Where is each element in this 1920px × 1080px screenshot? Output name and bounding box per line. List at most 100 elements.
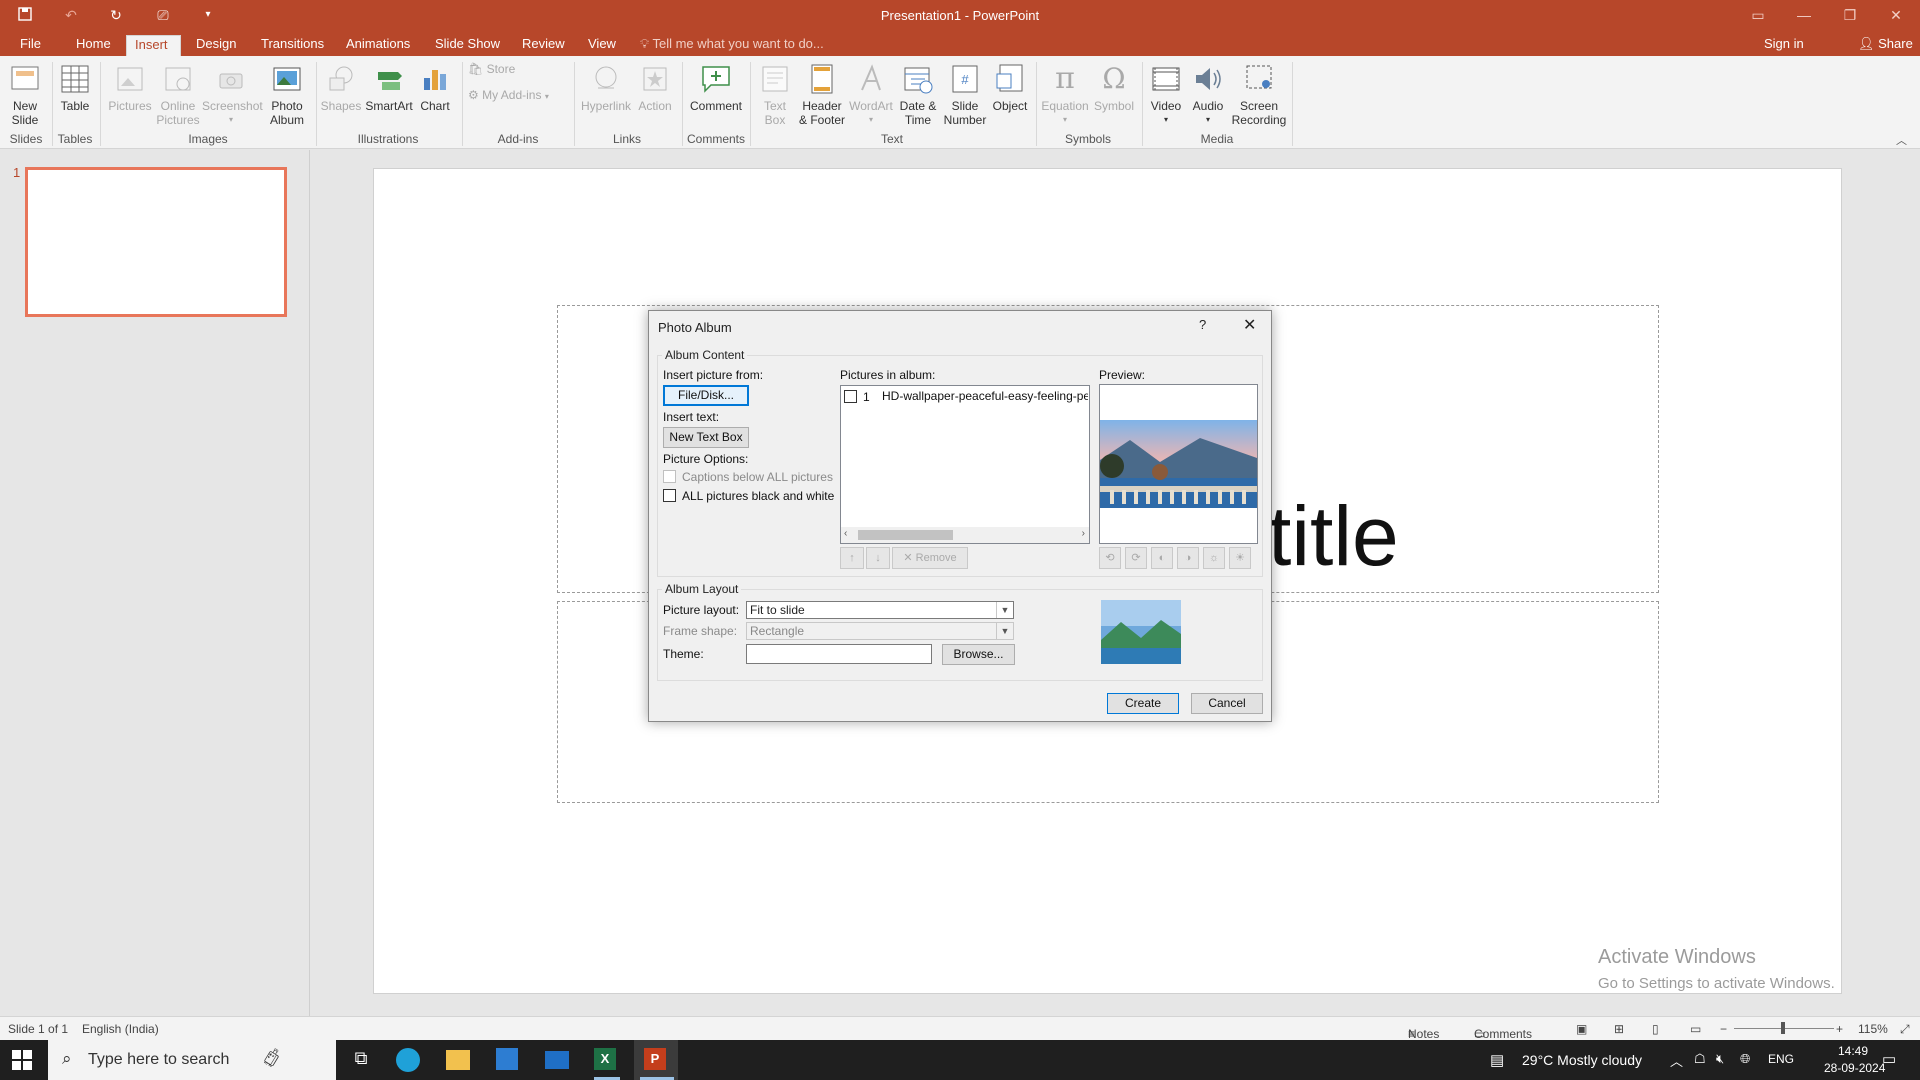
table-button[interactable]: Table: [56, 62, 94, 113]
cancel-button[interactable]: Cancel: [1191, 693, 1263, 714]
volume-icon[interactable]: 🔇︎: [1716, 1051, 1724, 1067]
help-icon[interactable]: ?: [1199, 317, 1206, 332]
weather-text[interactable]: 29°C Mostly cloudy: [1522, 1052, 1642, 1068]
comment-button[interactable]: Comment: [688, 62, 744, 113]
move-up-icon[interactable]: ↑: [840, 547, 864, 569]
video-button[interactable]: Video ▾: [1148, 62, 1184, 127]
weather-icon[interactable]: ▤: [1490, 1051, 1504, 1069]
pictures-button[interactable]: Pictures: [106, 62, 154, 113]
tell-me-box[interactable]: 💡︎ Tell me what you want to do...: [640, 36, 824, 52]
rotate-left-icon[interactable]: ⟲: [1099, 547, 1121, 569]
tab-transitions[interactable]: Transitions: [253, 35, 332, 56]
edge-icon[interactable]: [396, 1048, 420, 1072]
windows-start-icon[interactable]: [12, 1050, 38, 1074]
text-box-button[interactable]: Text Box: [754, 62, 796, 127]
excel-icon[interactable]: X: [594, 1048, 616, 1070]
tab-file[interactable]: File: [12, 35, 49, 56]
clock-date[interactable]: 28-09-2024: [1824, 1061, 1885, 1075]
new-text-box-button[interactable]: New Text Box: [663, 427, 749, 448]
file-disk-button[interactable]: File/Disk...: [663, 385, 749, 406]
move-down-icon[interactable]: ↓: [866, 547, 890, 569]
powerpoint-icon[interactable]: P: [644, 1048, 666, 1070]
album-item-checkbox[interactable]: [844, 390, 857, 403]
date-time-button[interactable]: Date & Time: [896, 62, 940, 127]
brightness-down-icon[interactable]: ☀: [1229, 547, 1251, 569]
new-slide-button[interactable]: New Slide: [6, 62, 44, 127]
symbol-button[interactable]: Ω Symbol: [1092, 62, 1136, 113]
browse-button[interactable]: Browse...: [942, 644, 1015, 665]
shapes-button[interactable]: Shapes: [320, 62, 362, 113]
close-icon[interactable]: ✕: [1243, 315, 1256, 335]
chart-button[interactable]: Chart: [418, 62, 452, 113]
online-pictures-button[interactable]: Online Pictures: [154, 62, 202, 127]
action-button[interactable]: Action: [636, 62, 674, 113]
brightness-up-icon[interactable]: ☼: [1203, 547, 1225, 569]
scrollbar-thumb[interactable]: [858, 530, 953, 540]
object-button[interactable]: Object: [990, 62, 1030, 113]
globe-icon[interactable]: 🌐︎: [1740, 1051, 1750, 1067]
zoom-slider-thumb[interactable]: [1781, 1022, 1785, 1034]
language-indicator[interactable]: English (India): [82, 1022, 159, 1036]
input-language[interactable]: ENG: [1768, 1052, 1794, 1066]
tab-home[interactable]: Home: [68, 35, 119, 56]
wordart-button[interactable]: WordArt ▾: [848, 62, 894, 127]
slide-number-button[interactable]: # Slide Number: [940, 62, 990, 127]
mail-icon[interactable]: [545, 1051, 569, 1069]
chevron-up-icon[interactable]: ︿: [1670, 1051, 1683, 1070]
tab-insert[interactable]: Insert: [126, 35, 181, 56]
screen-recording-button[interactable]: Screen Recording: [1230, 62, 1288, 127]
screenshot-button[interactable]: Screenshot ▾: [202, 62, 263, 127]
equation-button[interactable]: π Equation ▾: [1038, 62, 1092, 127]
tab-review[interactable]: Review: [514, 35, 573, 56]
horizontal-scrollbar[interactable]: ‹ ›: [841, 527, 1089, 543]
zoom-level[interactable]: 115%: [1858, 1022, 1888, 1036]
zoom-in-icon[interactable]: +: [1836, 1022, 1843, 1036]
remove-button[interactable]: ✕ Remove: [892, 547, 968, 569]
slide-sorter-icon[interactable]: ⊞: [1614, 1022, 1624, 1036]
notification-icon[interactable]: ▭: [1882, 1050, 1896, 1068]
fit-to-window-icon[interactable]: ⤢: [1900, 1022, 1910, 1037]
slide-show-icon[interactable]: ▭: [1690, 1022, 1701, 1036]
task-view-icon[interactable]: ⧉: [348, 1048, 374, 1072]
store-button[interactable]: 🛍︎ Store: [468, 62, 528, 76]
clock-time[interactable]: 14:49: [1838, 1044, 1868, 1058]
share-button[interactable]: 👤︎ Share: [1858, 36, 1913, 52]
normal-view-icon[interactable]: ▣: [1576, 1022, 1587, 1036]
hyperlink-button[interactable]: Hyperlink: [580, 62, 632, 113]
pictures-listbox[interactable]: 1 HD-wallpaper-peaceful-easy-feeling-pea…: [840, 385, 1090, 544]
black-and-white-checkbox[interactable]: [663, 489, 676, 502]
scroll-left-icon[interactable]: ‹: [844, 528, 847, 539]
photo-album-button[interactable]: Photo Album: [266, 62, 308, 127]
theme-input[interactable]: [746, 644, 932, 664]
minimize-icon[interactable]: —: [1792, 4, 1816, 26]
contrast-up-icon[interactable]: ◐: [1151, 547, 1173, 569]
slide-thumbnail[interactable]: [25, 167, 287, 317]
smartart-button[interactable]: SmartArt: [364, 62, 414, 113]
my-addins-button[interactable]: ⚙︎ My Add-ins ▾: [468, 88, 572, 104]
close-window-icon[interactable]: ✕: [1884, 4, 1908, 26]
sign-in-link[interactable]: Sign in: [1764, 36, 1804, 51]
picture-layout-select[interactable]: Fit to slide ▼: [746, 601, 1014, 619]
network-icon[interactable]: ☖: [1694, 1051, 1706, 1067]
contrast-down-icon[interactable]: ◑: [1177, 547, 1199, 569]
frame-shape-select[interactable]: Rectangle ▼: [746, 622, 1014, 640]
album-item-name[interactable]: HD-wallpaper-peaceful-easy-feeling-pea: [882, 389, 1088, 403]
reading-view-icon[interactable]: ▯: [1652, 1022, 1659, 1036]
collapse-ribbon-icon[interactable]: ︿: [1896, 132, 1907, 148]
header-footer-button[interactable]: Header & Footer: [796, 62, 848, 127]
store-icon[interactable]: [496, 1048, 518, 1070]
file-explorer-icon[interactable]: [446, 1050, 470, 1070]
tab-slide-show[interactable]: Slide Show: [427, 35, 508, 56]
ribbon-display-icon[interactable]: ▭: [1746, 4, 1770, 26]
scroll-right-icon[interactable]: ›: [1082, 528, 1085, 539]
zoom-out-icon[interactable]: −: [1720, 1022, 1727, 1036]
captions-checkbox[interactable]: [663, 470, 676, 483]
audio-button[interactable]: Audio ▾: [1190, 62, 1226, 127]
tab-animations[interactable]: Animations: [338, 35, 418, 56]
tab-design[interactable]: Design: [188, 35, 244, 56]
create-button[interactable]: Create: [1107, 693, 1179, 714]
restore-icon[interactable]: ❐: [1838, 4, 1862, 26]
tab-view[interactable]: View: [580, 35, 624, 56]
taskbar-search[interactable]: ⌕ Type here to search 🧳︎: [48, 1040, 336, 1080]
rotate-right-icon[interactable]: ⟳: [1125, 547, 1147, 569]
